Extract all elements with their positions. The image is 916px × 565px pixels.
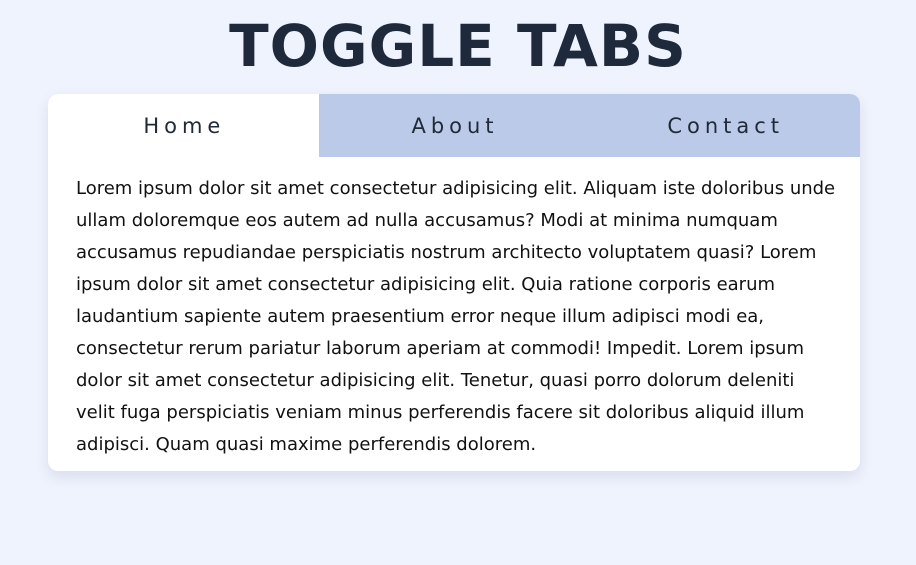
tab-bar: Home About Contact <box>48 94 860 157</box>
tab-home[interactable]: Home <box>48 94 319 157</box>
tabs-card: Home About Contact Lorem ipsum dolor sit… <box>48 94 860 471</box>
tab-contact[interactable]: Contact <box>589 94 860 157</box>
tab-panel-content: Lorem ipsum dolor sit amet consectetur a… <box>76 178 836 455</box>
page-title: TOGGLE TABS <box>229 12 687 80</box>
tab-about[interactable]: About <box>319 94 590 157</box>
